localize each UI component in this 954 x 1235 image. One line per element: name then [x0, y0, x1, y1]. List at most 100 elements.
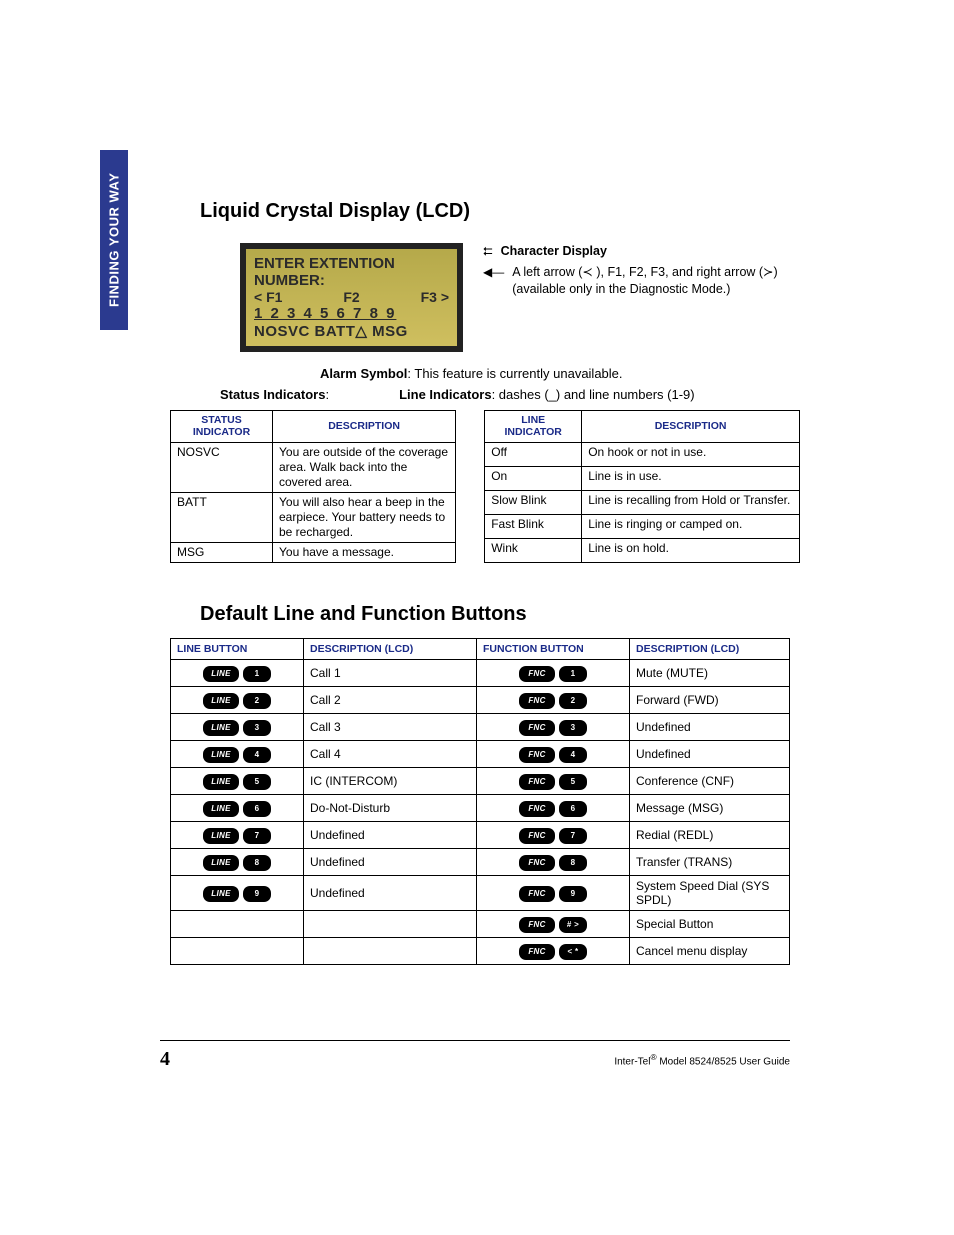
pill-badge: FNC [519, 886, 555, 902]
status-cell: BATT [171, 493, 273, 543]
line-desc-cell: Do-Not-Disturb [304, 795, 477, 822]
pill-badge: 8 [243, 855, 271, 871]
fnc-desc-cell: System Speed Dial (SYS SPDL) [630, 876, 790, 911]
fnc-desc-cell: Forward (FWD) [630, 687, 790, 714]
line-desc: Line is recalling from Hold or Transfer. [582, 491, 800, 515]
table-row: MSGYou have a message. [171, 543, 456, 563]
line-th-1: LINE INDICATOR [485, 411, 582, 443]
pill-badge: 3 [559, 720, 587, 736]
line-button-cell: LINE6 [171, 795, 304, 822]
line-desc-cell: Call 1 [304, 660, 477, 687]
lcd-f3: F3 > [421, 289, 449, 305]
line-indicator-table: LINE INDICATOR DESCRIPTION OffOn hook or… [484, 410, 800, 563]
line-desc-cell: Call 4 [304, 741, 477, 768]
line-indicators-label: Line Indicators [399, 387, 491, 402]
table-row: LINE5IC (INTERCOM)FNC5Conference (CNF) [171, 768, 790, 795]
fnc-desc-cell: Mute (MUTE) [630, 660, 790, 687]
lcd-f2: F2 [343, 289, 359, 305]
line-button-cell [171, 911, 304, 938]
fnc-desc-cell: Transfer (TRANS) [630, 849, 790, 876]
line-desc: Line is ringing or camped on. [582, 515, 800, 539]
buttons-table: LINE BUTTON DESCRIPTION (LCD) FUNCTION B… [170, 638, 790, 965]
line-cell: On [485, 467, 582, 491]
pill-badge: LINE [203, 886, 239, 902]
table-row: FNC# >Special Button [171, 911, 790, 938]
pill-group: FNC2 [519, 693, 587, 709]
pill-group: LINE3 [203, 720, 271, 736]
pill-badge: FNC [519, 855, 555, 871]
fnc-button-cell: FNC< * [477, 938, 630, 965]
alarm-label: Alarm Symbol [320, 366, 407, 381]
table-row: FNC< *Cancel menu display [171, 938, 790, 965]
table-row: LINE2Call 2FNC2Forward (FWD) [171, 687, 790, 714]
pill-group: FNC5 [519, 774, 587, 790]
pill-group: FNC# > [519, 917, 587, 933]
fnc-button-cell: FNC6 [477, 795, 630, 822]
fnc-button-cell: FNC7 [477, 822, 630, 849]
line-desc-cell: Undefined [304, 849, 477, 876]
line-desc-cell [304, 911, 477, 938]
pill-group: FNC4 [519, 747, 587, 763]
pill-badge: FNC [519, 917, 555, 933]
pill-badge: 9 [559, 886, 587, 902]
status-table: STATUS INDICATOR DESCRIPTION NOSVCYou ar… [170, 410, 456, 563]
leader-arrow-icon: ◀— [483, 266, 504, 278]
line-button-cell: LINE9 [171, 876, 304, 911]
big-th-3: FUNCTION BUTTON [477, 639, 630, 660]
table-row: BATTYou will also hear a beep in the ear… [171, 493, 456, 543]
status-cell: MSG [171, 543, 273, 563]
pill-group: LINE2 [203, 693, 271, 709]
fnc-desc-cell: Cancel menu display [630, 938, 790, 965]
pill-badge: LINE [203, 774, 239, 790]
lcd-display: ENTER EXTENTION NUMBER: < F1 F2 F3 > 1 2… [240, 243, 463, 352]
table-row: LINE1Call 1FNC1Mute (MUTE) [171, 660, 790, 687]
alarm-note: Alarm Symbol: This feature is currently … [320, 366, 800, 381]
pill-group: FNC3 [519, 720, 587, 736]
table-row: WinkLine is on hold. [485, 539, 800, 563]
table-row: Fast BlinkLine is ringing or camped on. [485, 515, 800, 539]
pill-badge: 6 [559, 801, 587, 817]
fnc-button-cell: FNC5 [477, 768, 630, 795]
status-desc: You will also hear a beep in the earpiec… [273, 493, 456, 543]
table-row: Slow BlinkLine is recalling from Hold or… [485, 491, 800, 515]
line-desc-cell: Undefined [304, 876, 477, 911]
pill-badge: 9 [243, 886, 271, 902]
line-desc-cell: IC (INTERCOM) [304, 768, 477, 795]
pill-badge: 2 [243, 693, 271, 709]
pill-group: FNC7 [519, 828, 587, 844]
pill-badge: LINE [203, 855, 239, 871]
footer-text: Inter-Tel® Model 8524/8525 User Guide [560, 1052, 790, 1067]
pill-group: FNC9 [519, 886, 587, 902]
table-row: LINE3Call 3FNC3Undefined [171, 714, 790, 741]
pill-badge: LINE [203, 720, 239, 736]
line-desc-cell [304, 938, 477, 965]
line-button-cell: LINE5 [171, 768, 304, 795]
pill-group: LINE4 [203, 747, 271, 763]
fnc-button-cell: FNC3 [477, 714, 630, 741]
line-indicators-text: : dashes (_) and line numbers (1-9) [492, 387, 695, 402]
big-th-1: LINE BUTTON [171, 639, 304, 660]
line-th-2: DESCRIPTION [582, 411, 800, 443]
line-button-cell: LINE8 [171, 849, 304, 876]
pill-badge: 4 [559, 747, 587, 763]
pill-badge: 8 [559, 855, 587, 871]
pill-badge: 7 [243, 828, 271, 844]
line-button-cell: LINE4 [171, 741, 304, 768]
pill-badge: 7 [559, 828, 587, 844]
section-tab: FINDING YOUR WAY [100, 150, 128, 330]
fkey-annotation-1: A left arrow (≺ ), F1, F2, F3, and right… [512, 264, 777, 281]
page-content: Liquid Crystal Display (LCD) ENTER EXTEN… [160, 200, 800, 965]
pill-group: LINE8 [203, 855, 271, 871]
footer-rest: Model 8524/8525 User Guide [657, 1056, 790, 1067]
line-button-cell [171, 938, 304, 965]
line-desc-cell: Undefined [304, 822, 477, 849]
big-th-2: DESCRIPTION (LCD) [304, 639, 477, 660]
table-row: LINE4Call 4FNC4Undefined [171, 741, 790, 768]
line-button-cell: LINE2 [171, 687, 304, 714]
line-cell: Slow Blink [485, 491, 582, 515]
footer-rule [160, 1040, 790, 1041]
fnc-desc-cell: Redial (REDL) [630, 822, 790, 849]
line-desc: Line is on hold. [582, 539, 800, 563]
heading-lcd: Liquid Crystal Display (LCD) [160, 200, 800, 223]
line-desc-cell: Call 3 [304, 714, 477, 741]
